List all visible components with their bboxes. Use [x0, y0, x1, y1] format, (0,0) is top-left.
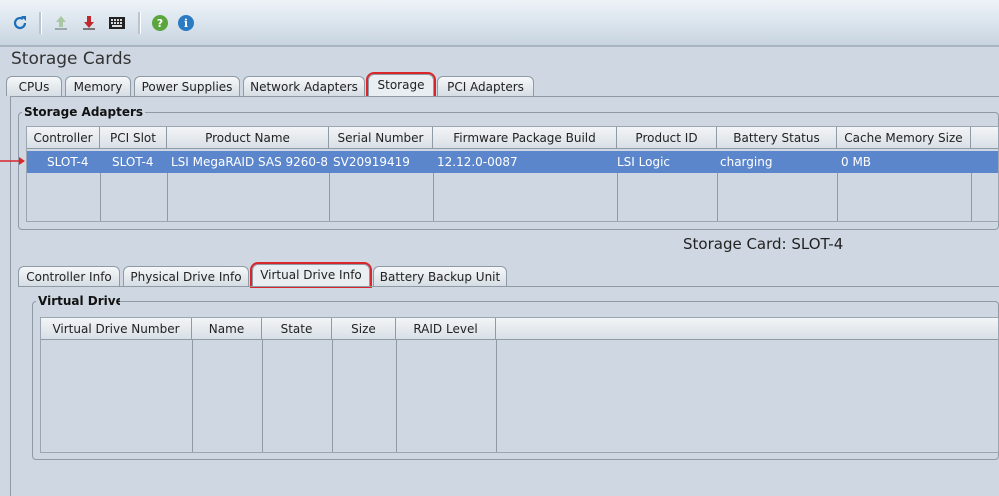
cell-firmware-package-build: 12.12.0-0087	[437, 155, 518, 169]
help-icon[interactable]: ?	[151, 14, 169, 32]
arrow-pointer-icon	[0, 157, 25, 165]
column-divider	[617, 173, 618, 221]
virtual-drives-label: Virtual Drives	[36, 294, 120, 308]
toolbar-border	[0, 45, 999, 47]
column-divider	[329, 173, 330, 221]
column-divider	[332, 340, 333, 452]
column-divider	[100, 173, 101, 221]
refresh-icon[interactable]	[11, 14, 29, 32]
column-header-product-name[interactable]: Product Name	[167, 127, 329, 149]
column-header-state[interactable]: State	[262, 318, 332, 340]
storage-adapters-label: Storage Adapters	[22, 105, 146, 119]
upload-icon[interactable]	[52, 14, 70, 32]
tab-controller-info[interactable]: Controller Info	[18, 266, 120, 286]
tab-network-adapters[interactable]: Network Adapters	[243, 76, 365, 96]
column-header-controller[interactable]: Controller	[27, 127, 100, 149]
page-title: Storage Cards	[11, 49, 132, 69]
column-divider	[971, 173, 972, 221]
toolbar-separator	[39, 12, 42, 34]
svg-text:i: i	[184, 17, 188, 30]
toolbar: ? i	[0, 0, 999, 45]
info-icon[interactable]: i	[177, 14, 195, 32]
tab-memory[interactable]: Memory	[65, 76, 131, 96]
column-header-raid-level[interactable]: RAID Level	[396, 318, 496, 340]
virtual-drives-table: Virtual Drive Number Name State Size RAI…	[40, 317, 999, 453]
column-divider	[717, 173, 718, 221]
top-tab-bar: CPUs Memory Power Supplies Network Adapt…	[6, 72, 546, 98]
tab-storage[interactable]: Storage	[366, 72, 436, 98]
column-divider	[837, 173, 838, 221]
tab-power-supplies[interactable]: Power Supplies	[134, 76, 240, 96]
cell-battery-status: charging	[720, 155, 773, 169]
column-header-firmware-package-build[interactable]: Firmware Package Build	[433, 127, 617, 149]
column-divider	[496, 340, 497, 452]
cell-product-name: LSI MegaRAID SAS 9260-8i	[171, 155, 327, 169]
column-header-empty	[971, 127, 998, 149]
toolbar-separator	[138, 12, 141, 34]
sub-tab-bar: Controller Info Physical Drive Info Virt…	[18, 262, 518, 288]
column-header-empty	[496, 318, 998, 340]
column-divider	[433, 173, 434, 221]
cell-serial-number: SV20919419	[333, 155, 410, 169]
tab-battery-backup-unit[interactable]: Battery Backup Unit	[373, 266, 507, 286]
column-header-pci-slot[interactable]: PCI Slot	[100, 127, 167, 149]
column-header-cache-memory-size[interactable]: Cache Memory Size	[837, 127, 971, 149]
column-divider	[396, 340, 397, 452]
column-divider	[262, 340, 263, 452]
storage-card-label: Storage Card: SLOT-4	[683, 235, 844, 253]
storage-adapters-table: Controller PCI Slot Product Name Serial …	[26, 126, 999, 222]
tab-cpus[interactable]: CPUs	[6, 76, 62, 96]
sub-tab-border	[18, 286, 999, 287]
tab-pci-adapters[interactable]: PCI Adapters	[437, 76, 534, 96]
tab-virtual-drive-info[interactable]: Virtual Drive Info	[250, 262, 372, 288]
column-header-virtual-drive-number[interactable]: Virtual Drive Number	[41, 318, 192, 340]
cell-cache-memory-size: 0 MB	[841, 155, 872, 169]
column-header-size[interactable]: Size	[332, 318, 396, 340]
tab-physical-drive-info[interactable]: Physical Drive Info	[123, 266, 249, 286]
column-divider	[167, 173, 168, 221]
column-divider	[192, 340, 193, 452]
column-header-name[interactable]: Name	[192, 318, 262, 340]
cell-controller: SLOT-4	[47, 155, 89, 169]
cell-pci-slot: SLOT-4	[112, 155, 154, 169]
column-header-serial-number[interactable]: Serial Number	[329, 127, 433, 149]
column-header-battery-status[interactable]: Battery Status	[717, 127, 837, 149]
keyboard-icon[interactable]	[108, 14, 126, 32]
cell-product-id: LSI Logic	[617, 155, 671, 169]
download-icon[interactable]	[80, 14, 98, 32]
column-header-product-id[interactable]: Product ID	[617, 127, 717, 149]
svg-text:?: ?	[157, 17, 163, 30]
